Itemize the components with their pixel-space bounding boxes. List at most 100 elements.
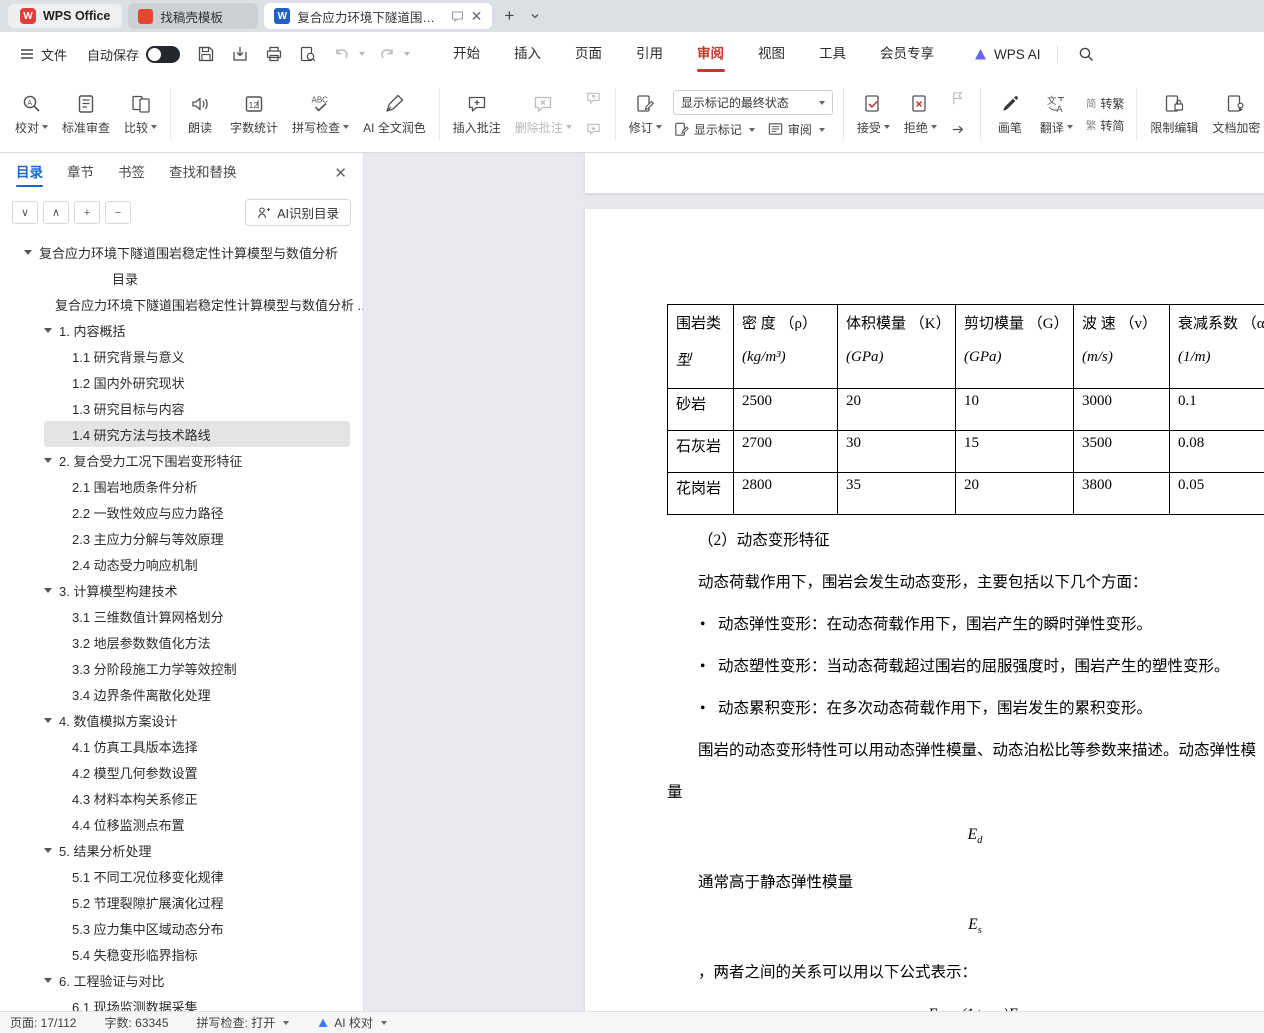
outline-item[interactable]: 6. 工程验证与对比 (0, 967, 363, 993)
outline-item[interactable]: 4. 数值模拟方案设计 (0, 707, 363, 733)
previous-comment-button[interactable] (582, 87, 606, 111)
wps-ai-button[interactable]: WPS AI (973, 47, 1041, 62)
collapse-arrow-icon[interactable] (44, 327, 52, 333)
wps-home-tab[interactable]: W WPS Office (8, 4, 123, 28)
document-area[interactable]: 围岩类型密 度 （ρ） (kg/m³) 体积模量 （K） (GPa) 剪切模量 （G）(… (364, 153, 1264, 1011)
outline-item[interactable]: 2.4 动态受力响应机制 (0, 551, 363, 577)
tab-close-icon[interactable]: ✕ (471, 9, 483, 23)
outline-item[interactable]: 2.3 主应力分解与等效原理 (0, 525, 363, 551)
ai-proofread-status[interactable]: AI 校对 (317, 1014, 387, 1031)
expand-level-button[interactable]: + (74, 201, 100, 224)
tab-list-chevron-icon[interactable] (526, 11, 544, 21)
undo-chevron-icon[interactable] (359, 52, 366, 56)
outline-item[interactable]: 4.2 模型几何参数设置 (0, 759, 363, 785)
outline-item[interactable]: 2. 复合受力工况下围岩变形特征 (0, 447, 363, 473)
proofread-button[interactable]: A 校对 (8, 82, 55, 146)
read-aloud-button[interactable]: 朗读 (177, 82, 223, 146)
menu-tab-5[interactable]: 审阅 (680, 32, 741, 76)
tab-template-doc[interactable]: 找稿壳模板 (128, 3, 259, 29)
export-icon[interactable] (228, 42, 252, 66)
undo-icon[interactable] (330, 42, 354, 66)
page-indicator[interactable]: 页面: 17/112 (10, 1014, 76, 1031)
next-revision-button[interactable] (947, 118, 971, 142)
redo-icon[interactable] (375, 42, 399, 66)
menu-tab-4[interactable]: 引用 (619, 32, 680, 76)
outline-item[interactable]: 1.2 国内外研究现状 (0, 369, 363, 395)
track-changes-button[interactable]: 修订 (622, 82, 669, 146)
outline-item[interactable]: 3.2 地层参数数值化方法 (0, 629, 363, 655)
menu-tab-2[interactable]: 插入 (497, 32, 558, 76)
outline-item[interactable]: 5.4 失稳变形临界指标 (0, 941, 363, 967)
new-tab-button[interactable]: + (498, 6, 520, 26)
delete-comment-button[interactable]: 删除批注 (508, 82, 579, 146)
expand-all-button[interactable]: ∧ (43, 201, 69, 224)
menu-tab-1[interactable]: 开始 (436, 32, 497, 76)
outline-item[interactable]: 3.4 边界条件离散化处理 (0, 681, 363, 707)
sidebar-tab-4[interactable]: 查找和替换 (169, 153, 237, 193)
accept-revision-button[interactable]: 接受 (850, 82, 897, 146)
outline-item[interactable]: 1.4 研究方法与技术路线 (44, 421, 350, 447)
outline-item[interactable]: 2.1 围岩地质条件分析 (0, 473, 363, 499)
outline-item[interactable]: 1.1 研究背景与意义 (0, 343, 363, 369)
collapse-all-button[interactable]: ∨ (12, 201, 38, 224)
show-markup-button[interactable]: 显示标记 (673, 121, 755, 138)
outline-item[interactable]: 复合应力环境下隧道围岩稳定性计算模型与数值分析 ... (0, 291, 363, 317)
outline-item[interactable]: 6.1 现场监测数据采集 (0, 993, 363, 1012)
document-page[interactable]: 围岩类型密 度 （ρ） (kg/m³) 体积模量 （K） (GPa) 剪切模量 （G）(… (585, 209, 1264, 1011)
outline-item[interactable]: 目录 (0, 265, 363, 291)
autosave-toggle[interactable] (146, 45, 181, 63)
outline-item[interactable]: 4.1 仿真工具版本选择 (0, 733, 363, 759)
collapse-level-button[interactable]: − (105, 201, 131, 224)
spell-check-button[interactable]: ABC 拼写检查 (285, 82, 356, 146)
reject-revision-button[interactable]: 拒绝 (897, 82, 944, 146)
insert-comment-button[interactable]: 插入批注 (446, 82, 508, 146)
sidebar-tab-2[interactable]: 章节 (67, 153, 94, 193)
menu-tab-3[interactable]: 页面 (558, 32, 619, 76)
previous-revision-button[interactable] (947, 87, 971, 111)
menu-tab-6[interactable]: 视图 (741, 32, 802, 76)
menu-tab-8[interactable]: 会员专享 (863, 32, 951, 76)
collapse-arrow-icon[interactable] (24, 249, 32, 255)
outline-item[interactable]: 3.3 分阶段施工力学等效控制 (0, 655, 363, 681)
outline-item[interactable]: 3. 计算模型构建技术 (0, 577, 363, 603)
collapse-arrow-icon[interactable] (44, 717, 52, 723)
standard-review-button[interactable]: 标准审查 (55, 82, 117, 146)
sidebar-close-icon[interactable]: ✕ (334, 164, 347, 182)
outline-item[interactable]: 5.3 应力集中区域动态分布 (0, 915, 363, 941)
outline-item[interactable]: 5.1 不同工况位移变化规律 (0, 863, 363, 889)
outline-item[interactable]: 2.2 一致性效应与应力路径 (0, 499, 363, 525)
collapse-arrow-icon[interactable] (44, 457, 52, 463)
outline-item[interactable]: 1. 内容概括 (0, 317, 363, 343)
traditional-to-simplified-button[interactable]: 繁 转简 (1086, 117, 1125, 134)
ai-recognize-outline-button[interactable]: AI识别目录 (245, 199, 351, 226)
print-icon[interactable] (262, 42, 286, 66)
tab-active-doc[interactable]: W 复合应力环境下隧道围岩稳定 ✕ (264, 3, 493, 29)
markup-state-select[interactable]: 显示标记的最终状态 (672, 90, 833, 115)
file-menu-button[interactable]: 文件 (12, 45, 75, 64)
restrict-editing-button[interactable]: 限制编辑 (1143, 82, 1205, 146)
sidebar-tab-1[interactable]: 目录 (16, 153, 43, 193)
outline-item[interactable]: 1.3 研究目标与内容 (0, 395, 363, 421)
sidebar-tab-3[interactable]: 书签 (118, 153, 145, 193)
outline-item[interactable]: 4.3 材料本构关系修正 (0, 785, 363, 811)
save-icon[interactable] (194, 42, 218, 66)
tab-comment-icon[interactable] (451, 10, 464, 23)
outline-item[interactable]: 复合应力环境下隧道围岩稳定性计算模型与数值分析 (0, 239, 363, 265)
outline-item[interactable]: 4.4 位移监测点布置 (0, 811, 363, 837)
collapse-arrow-icon[interactable] (44, 847, 52, 853)
word-count-indicator[interactable]: 字数: 63345 (104, 1014, 168, 1031)
review-pane-button[interactable]: 审阅 (767, 121, 825, 138)
next-comment-button[interactable] (582, 118, 606, 142)
simplified-to-traditional-button[interactable]: 简 转繁 (1086, 95, 1125, 112)
outline-item[interactable]: 5. 结果分析处理 (0, 837, 363, 863)
outline-item[interactable]: 5.2 节理裂隙扩展演化过程 (0, 889, 363, 915)
document-encrypt-button[interactable]: 文档加密 (1205, 82, 1264, 146)
ai-polish-button[interactable]: AI 全文润色 (356, 82, 433, 146)
menu-tab-7[interactable]: 工具 (802, 32, 863, 76)
spell-check-status[interactable]: 拼写检查: 打开 (197, 1014, 290, 1031)
outline-item[interactable]: 3.1 三维数值计算网格划分 (0, 603, 363, 629)
pen-button[interactable]: 画笔 (987, 82, 1033, 146)
print-preview-icon[interactable] (296, 42, 320, 66)
compare-button[interactable]: 比较 (117, 82, 164, 146)
translate-button[interactable]: 文A 翻译 (1033, 82, 1080, 146)
